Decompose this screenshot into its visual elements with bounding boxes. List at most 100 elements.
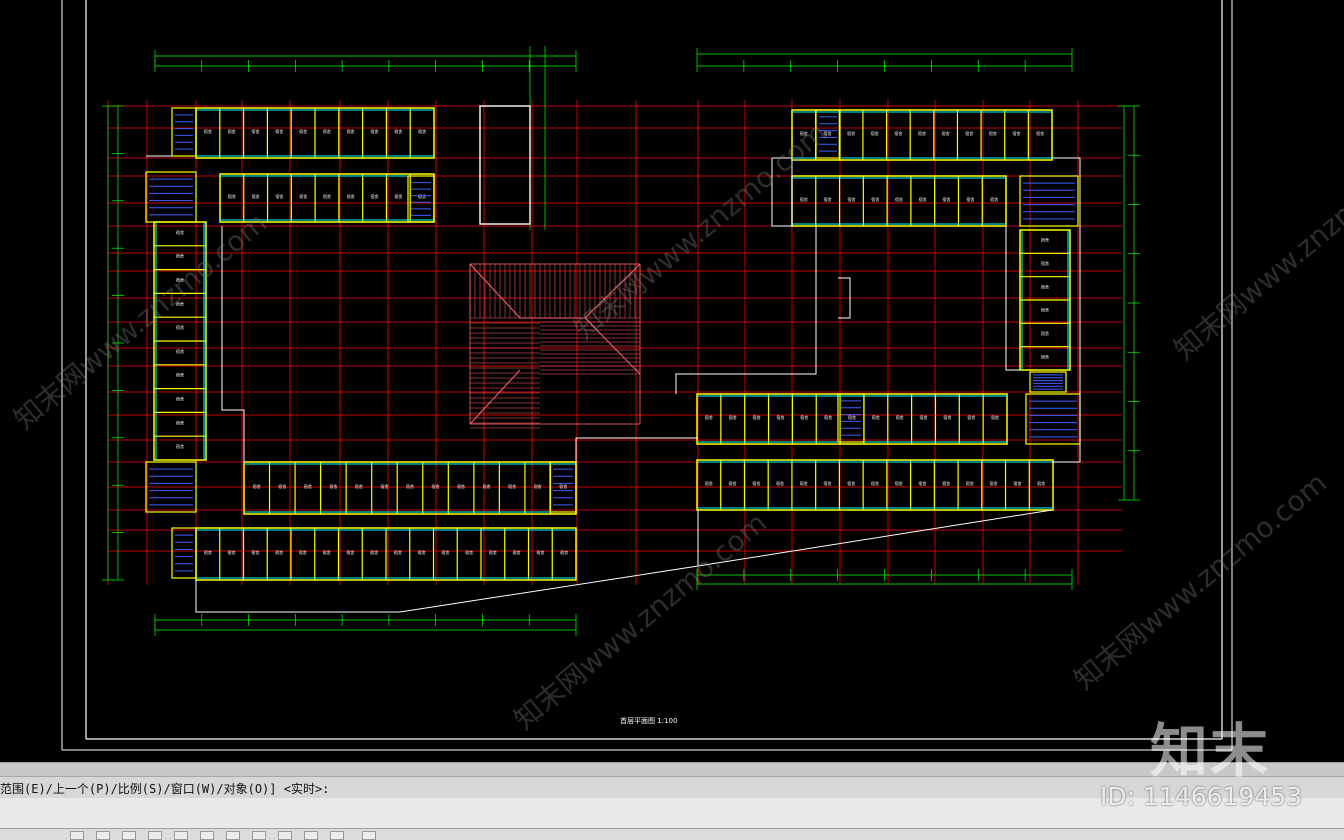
svg-text:宿舍: 宿舍: [753, 414, 761, 420]
svg-text:宿舍: 宿舍: [871, 196, 879, 202]
svg-text:宿舍: 宿舍: [872, 414, 880, 420]
svg-text:宿舍: 宿舍: [1013, 130, 1021, 136]
svg-text:宿舍: 宿舍: [323, 193, 331, 199]
svg-text:宿舍: 宿舍: [776, 414, 784, 420]
svg-text:宿舍: 宿舍: [918, 130, 926, 136]
svg-text:宿舍: 宿舍: [824, 196, 832, 202]
svg-text:宿舍: 宿舍: [895, 196, 903, 202]
svg-text:宿舍: 宿舍: [943, 414, 951, 420]
svg-text:宿舍: 宿舍: [489, 549, 497, 555]
svg-text:宿舍: 宿舍: [989, 130, 997, 136]
svg-text:宿舍: 宿舍: [896, 414, 904, 420]
svg-text:宿舍: 宿舍: [176, 372, 184, 378]
svg-text:宿舍: 宿舍: [871, 130, 879, 136]
svg-text:宿舍: 宿舍: [824, 414, 832, 420]
svg-text:宿舍: 宿舍: [918, 480, 926, 486]
svg-text:宿舍: 宿舍: [966, 480, 974, 486]
svg-text:宿舍: 宿舍: [871, 480, 879, 486]
svg-text:宿舍: 宿舍: [323, 128, 331, 134]
svg-text:宿舍: 宿舍: [534, 483, 542, 489]
svg-text:宿舍: 宿舍: [729, 480, 737, 486]
building-plan: 宿舍 宿舍 宿舍 宿舍 宿舍 宿舍 宿舍 宿舍 宿舍 宿舍宿舍 宿舍 宿舍 宿舍 宿舍 宿舍 宿舍 宿舍 宿舍宿舍…: [145, 107, 1081, 581]
svg-text:宿舍: 宿舍: [776, 480, 784, 486]
svg-text:宿舍: 宿舍: [355, 483, 363, 489]
svg-text:宿舍: 宿舍: [394, 193, 402, 199]
site-outline: [146, 105, 1081, 613]
svg-text:宿舍: 宿舍: [1013, 480, 1021, 486]
svg-text:宿舍: 宿舍: [1036, 130, 1044, 136]
svg-text:宿舍: 宿舍: [441, 549, 449, 555]
svg-text:宿舍: 宿舍: [942, 130, 950, 136]
svg-text:宿舍: 宿舍: [990, 480, 998, 486]
svg-text:宿舍: 宿舍: [299, 549, 307, 555]
svg-text:宿舍: 宿舍: [176, 229, 184, 235]
svg-text:宿舍: 宿舍: [371, 128, 379, 134]
svg-text:宿舍: 宿舍: [705, 480, 713, 486]
svg-text:宿舍: 宿舍: [991, 414, 999, 420]
svg-text:宿舍: 宿舍: [483, 483, 491, 489]
svg-text:宿舍: 宿舍: [966, 196, 974, 202]
svg-text:宿舍: 宿舍: [967, 414, 975, 420]
svg-text:宿舍: 宿舍: [895, 480, 903, 486]
svg-text:宿舍: 宿舍: [347, 128, 355, 134]
svg-text:宿舍: 宿舍: [513, 549, 521, 555]
svg-text:宿舍: 宿舍: [370, 549, 378, 555]
svg-text:宿舍: 宿舍: [228, 549, 236, 555]
svg-text:宿舍: 宿舍: [228, 193, 236, 199]
svg-text:宿舍: 宿舍: [465, 549, 473, 555]
svg-text:宿舍: 宿舍: [919, 196, 927, 202]
svg-text:宿舍: 宿舍: [204, 549, 212, 555]
svg-text:宿舍: 宿舍: [705, 414, 713, 420]
svg-text:宿舍: 宿舍: [278, 483, 286, 489]
dimension-lines: [102, 46, 1140, 636]
svg-text:宿舍: 宿舍: [380, 483, 388, 489]
svg-text:宿舍: 宿舍: [394, 128, 402, 134]
svg-text:宿舍: 宿舍: [508, 483, 516, 489]
svg-text:宿舍: 宿舍: [990, 196, 998, 202]
svg-text:宿舍: 宿舍: [536, 549, 544, 555]
svg-text:宿舍: 宿舍: [275, 549, 283, 555]
watermark-id: ID: 1146619453: [1100, 782, 1303, 811]
svg-text:宿舍: 宿舍: [228, 128, 236, 134]
svg-text:宿舍: 宿舍: [1041, 330, 1049, 336]
svg-text:宿舍: 宿舍: [1041, 260, 1049, 266]
svg-text:宿舍: 宿舍: [1041, 353, 1049, 359]
command-history-strip: [0, 762, 1344, 777]
svg-text:宿舍: 宿舍: [752, 480, 760, 486]
drawing-canvas[interactable]: 宿舍 宿舍 宿舍 宿舍 宿舍 宿舍 宿舍 宿舍 宿舍 宿舍 宿舍 宿舍 宿舍 宿舍 宿舍 宿舍 宿舍 宿舍 宿舍 宿舍…: [0, 0, 1344, 762]
command-prompt-text: 范围(E)/上一个(P)/比例(S)/窗口(W)/对象(O)] <实时>:: [0, 782, 330, 796]
svg-text:宿舍: 宿舍: [252, 128, 260, 134]
svg-text:宿舍: 宿舍: [965, 130, 973, 136]
svg-text:宿舍: 宿舍: [418, 549, 426, 555]
svg-text:宿舍: 宿舍: [729, 414, 737, 420]
svg-text:宿舍: 宿舍: [176, 348, 184, 354]
svg-text:宿舍: 宿舍: [204, 128, 212, 134]
status-bar: [0, 828, 1344, 840]
svg-text:宿舍: 宿舍: [943, 196, 951, 202]
svg-text:宿舍: 宿舍: [800, 480, 808, 486]
svg-text:宿舍: 宿舍: [251, 549, 259, 555]
svg-text:宿舍: 宿舍: [253, 483, 261, 489]
svg-text:宿舍: 宿舍: [457, 483, 465, 489]
svg-text:宿舍: 宿舍: [824, 480, 832, 486]
svg-text:宿舍: 宿舍: [406, 483, 414, 489]
svg-text:宿舍: 宿舍: [275, 128, 283, 134]
svg-text:宿舍: 宿舍: [323, 549, 331, 555]
svg-text:宿舍: 宿舍: [371, 193, 379, 199]
svg-text:宿舍: 宿舍: [894, 130, 902, 136]
svg-text:宿舍: 宿舍: [800, 414, 808, 420]
svg-text:宿舍: 宿舍: [1041, 307, 1049, 313]
svg-text:宿舍: 宿舍: [176, 396, 184, 402]
svg-text:宿舍: 宿舍: [1037, 480, 1045, 486]
svg-text:宿舍: 宿舍: [432, 483, 440, 489]
svg-text:宿舍: 宿舍: [800, 196, 808, 202]
svg-text:宿舍: 宿舍: [394, 549, 402, 555]
svg-text:宿舍: 宿舍: [847, 130, 855, 136]
svg-text:宿舍: 宿舍: [304, 483, 312, 489]
svg-text:宿舍: 宿舍: [560, 549, 568, 555]
svg-text:宿舍: 宿舍: [329, 483, 337, 489]
svg-text:宿舍: 宿舍: [942, 480, 950, 486]
watermark-logo: 知末: [1150, 717, 1271, 785]
svg-text:宿舍: 宿舍: [176, 324, 184, 330]
svg-text:宿舍: 宿舍: [299, 128, 307, 134]
